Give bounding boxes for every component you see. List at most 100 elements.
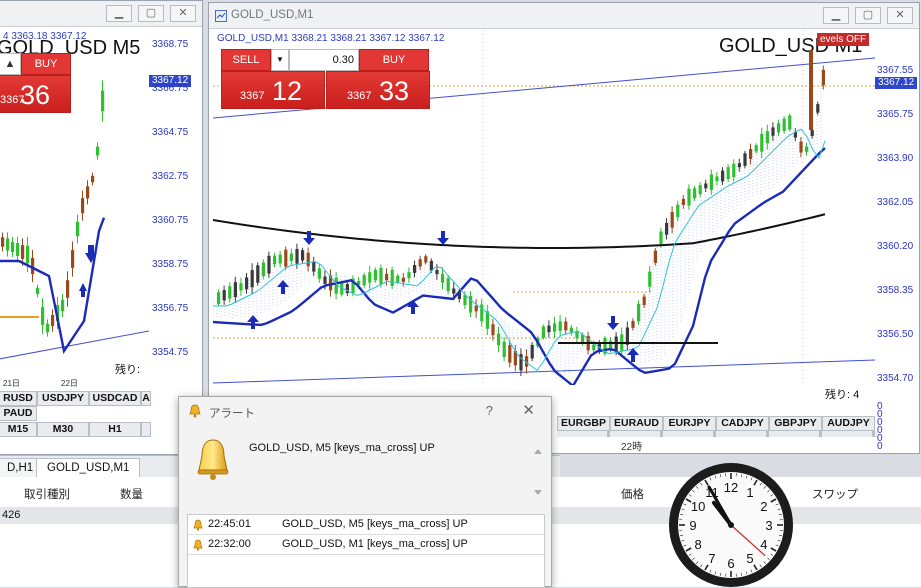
axis-tick-label: 0 [877,441,883,452]
ask-price-button[interactable]: 3367 36 [0,75,71,113]
candle-body [497,334,500,346]
candle-body [738,163,741,167]
list-item[interactable]: 22:45:01 GOLD_USD, M5 [keys_ma_cross] UP [188,515,544,535]
arrow-down-icon [607,316,619,330]
trend-line [213,360,875,383]
symbol-button[interactable]: RUSD [0,391,37,406]
bell-icon [192,539,204,551]
candle-body [715,176,718,181]
symbol-button[interactable]: PAUD [0,406,37,421]
candle-body [335,278,338,294]
candle-body [407,272,410,278]
column-swap[interactable]: スワップ [812,486,858,502]
lot-dropdown-icon[interactable]: ▼ [271,49,289,71]
alert-dialog[interactable]: アラート ? ✕ GOLD_USD, M5 [keys_ma_cross] UP… [178,396,552,587]
candle-body [368,272,371,282]
ask-price-large: 33 [379,76,409,107]
timeframe-more[interactable] [141,422,151,437]
symbol-button[interactable]: USDJPY [37,391,89,406]
candle-body [262,263,265,276]
candle-body [760,134,763,152]
timeframe-h1[interactable]: H1 [89,422,141,437]
candle-body [564,322,567,331]
bid-price-small: 3367 [240,90,264,102]
timeframe-switcher[interactable]: M15 M30 H1 [0,422,151,437]
symbol-empty [37,406,89,421]
candle-body [783,119,786,131]
symbol-switcher[interactable]: RUSD USDJPY USDCAD A PAUD [0,391,151,421]
column-trade-type[interactable]: 取引種別 [24,486,70,502]
candle-body [11,242,14,252]
candle-body [811,130,814,136]
column-price[interactable]: 価格 [621,486,644,502]
ask-price-button[interactable]: 3367 33 [326,71,430,109]
candle-body [267,256,270,274]
candle-body [755,145,758,151]
candle-body [732,164,735,177]
bell-icon [188,404,202,418]
timeframe-m15[interactable]: M15 [0,422,37,437]
list-item[interactable]: 22:32:00 GOLD_USD, M1 [keys_ma_cross] UP [188,535,544,555]
column-volume[interactable]: 数量 [120,486,143,502]
candle-body [284,250,287,267]
timeframe-m30[interactable]: M30 [37,422,89,437]
symbol-button-eurjpy[interactable]: EURJPY [663,416,716,431]
symbol-button-gbpjpy[interactable]: GBPJPY [769,416,822,431]
ohlc-readout: GOLD_USD,M1 3368.21 3368.21 3367.12 3367… [217,33,444,44]
symbol-button[interactable]: USDCAD [89,391,141,406]
candle-body [402,278,405,282]
candle-body [491,324,494,335]
candle-body [435,270,438,274]
candle-body [475,306,478,312]
candle-body [301,250,304,260]
scroll-down-icon[interactable] [533,489,543,497]
symbol-switcher[interactable]: EURGBP EURAUD EURJPY CADJPY GBPJPY AUDJP… [557,416,875,431]
lot-size-input[interactable]: 0.30 [289,49,359,71]
scroll-up-icon[interactable] [533,447,543,455]
candle-body [41,307,44,325]
symbol-button-audjpy[interactable]: AUDJPY [822,416,875,431]
lot-dropdown[interactable]: ▲ [0,53,21,75]
candle-body [273,256,276,265]
buy-button[interactable]: BUY [21,53,71,75]
close-button[interactable]: ✕ [522,401,535,419]
chart-window-m1[interactable]: GOLD_USD,M1 ▁ ▢ ✕ GOLD_USD,M1 3368.21 33… [208,2,920,454]
symbol-row-hidden [557,431,877,437]
clock-number: 1 [746,485,753,500]
bid-price-button[interactable]: 3367 12 [221,71,325,109]
minimize-button[interactable]: ▁ [823,7,849,24]
titlebar-m1[interactable]: GOLD_USD,M1 ▁ ▢ ✕ [209,3,919,29]
buy-button[interactable]: BUY [359,49,429,71]
symbol-button-cadjpy[interactable]: CADJPY [716,416,769,431]
candle-body [251,270,254,287]
alert-text: GOLD_USD, M5 [keys_ma_cross] UP [282,515,468,534]
candle-body [391,270,394,286]
price-axis: 3367.553365.753363.903362.053360.203358.… [877,3,920,393]
candle-body [91,176,94,182]
symbol-button-euraud[interactable]: EURAUD [610,416,663,431]
alert-history-list[interactable]: 22:45:01 GOLD_USD, M5 [keys_ma_cross] UP… [187,514,545,588]
candle-body [228,286,231,298]
help-button[interactable]: ? [486,403,493,418]
candle-body [385,274,388,280]
symbol-button[interactable]: A [141,391,151,406]
candle-body [26,246,29,264]
candle-body [682,199,685,205]
tab-chart-m1[interactable]: GOLD_USD,M1 [36,458,140,478]
clock-number: 5 [746,551,753,566]
candle-body [531,345,534,358]
candle-body [743,153,746,166]
candle-body [245,277,248,289]
clock-number: 6 [727,556,734,571]
chart-window-m5[interactable]: ▁ ▢ ✕ 4 3363.18 3367.12 GOLD_USD M5 ▲ BU… [0,0,203,455]
candle-body [822,70,825,85]
sell-button[interactable]: SELL [221,49,271,71]
axis-tick-label: 3364.75 [152,127,188,138]
bell-icon [192,519,204,531]
candle-body [396,276,399,282]
candle-body [374,270,377,281]
candle-body [447,278,450,291]
axis-tick-label: 3356.75 [152,303,188,314]
minimize-button[interactable]: ▁ [106,5,132,22]
symbol-button-eurgbp[interactable]: EURGBP [557,416,610,431]
